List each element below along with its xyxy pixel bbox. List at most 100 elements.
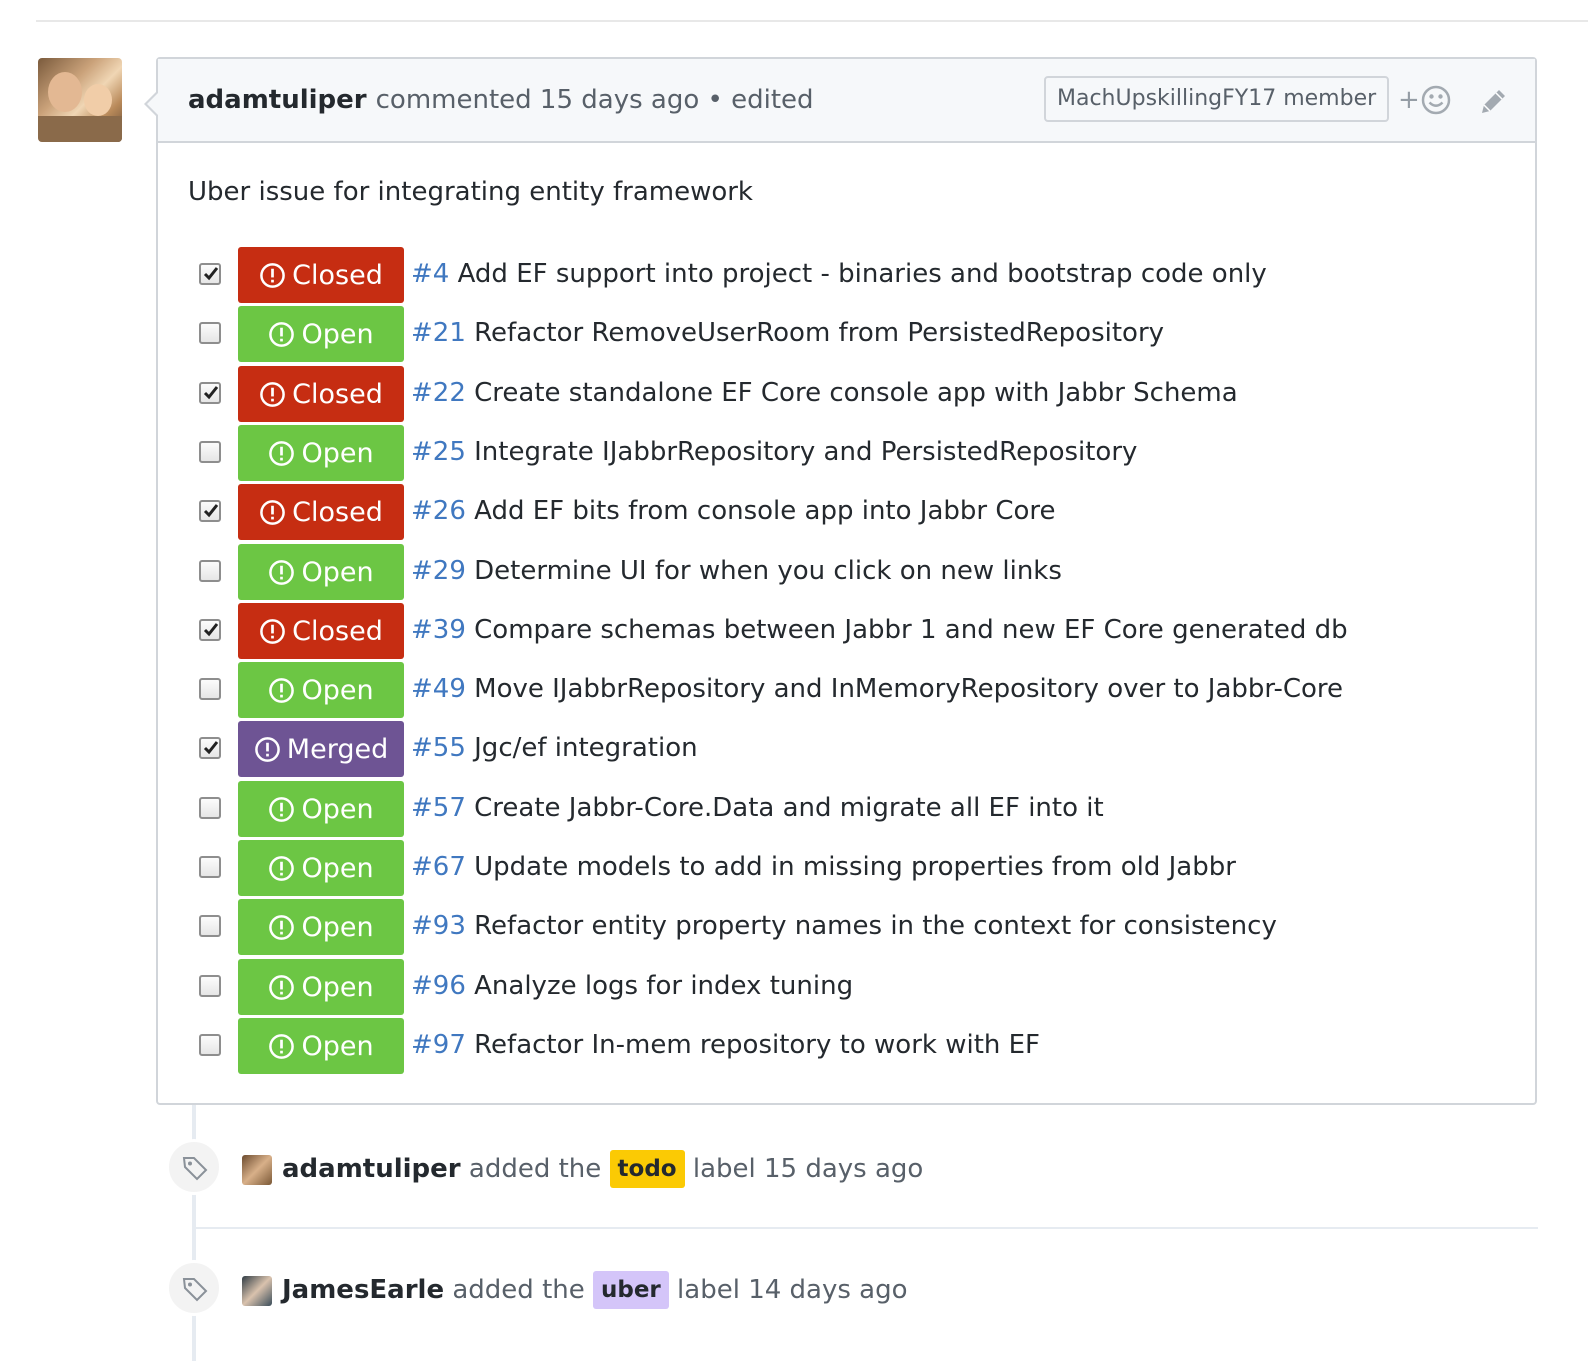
state-label: Closed <box>292 496 383 528</box>
issue-state-badge: Open <box>238 306 404 362</box>
timeline-event-label-todo: adamtuliper added the todo label 15 days… <box>166 1139 1538 1195</box>
issue-link[interactable]: #93 <box>411 911 466 941</box>
event-text: JamesEarle added the uber label 14 days … <box>282 1271 908 1309</box>
issue-title: Refactor RemoveUserRoom from PersistedRe… <box>474 318 1165 348</box>
issue-title: Analyze logs for index tuning <box>474 971 854 1001</box>
issue-title: Add EF bits from console app into Jabbr … <box>474 496 1056 526</box>
add-reaction-button[interactable]: + <box>1398 83 1458 119</box>
issue-link[interactable]: #55 <box>411 733 466 763</box>
event-action: added the <box>452 1275 585 1305</box>
issue-icon <box>260 618 285 644</box>
task-checkbox[interactable] <box>199 797 221 819</box>
issue-link[interactable]: #57 <box>411 793 466 823</box>
event-time: label 15 days ago <box>692 1154 924 1184</box>
task-text: #93 Refactor entity property names in th… <box>411 911 1277 941</box>
issue-title: Create standalone EF Core console app wi… <box>474 378 1238 408</box>
member-role-badge: MachUpskillingFY17 member <box>1044 76 1390 122</box>
task-item: Closed #4 Add EF support into project - b… <box>158 247 1535 303</box>
issue-icon <box>269 855 295 881</box>
task-item: Open #29 Determine UI for when you click … <box>158 544 1535 600</box>
issue-state-badge: Open <box>238 781 404 837</box>
checkmark-icon <box>203 386 219 400</box>
issue-title: Jgc/ef integration <box>474 733 698 763</box>
task-checkbox[interactable] <box>199 1034 221 1056</box>
checkmark-icon <box>203 623 219 637</box>
state-label: Open <box>301 674 374 706</box>
task-text: #39 Compare schemas between Jabbr 1 and … <box>411 615 1348 645</box>
issue-title: Compare schemas between Jabbr 1 and new … <box>474 615 1348 645</box>
author-avatar[interactable] <box>38 58 122 142</box>
issue-title: Add EF support into project - binaries a… <box>457 259 1267 289</box>
issue-link[interactable]: #49 <box>411 674 466 704</box>
event-time: label 14 days ago <box>677 1275 908 1305</box>
issue-link[interactable]: #4 <box>411 259 449 289</box>
task-checkbox[interactable] <box>199 619 221 641</box>
task-item: Open #93 Refactor entity property names i… <box>158 899 1535 955</box>
label-uber[interactable]: uber <box>593 1271 669 1309</box>
task-text: #29 Determine UI for when you click on n… <box>411 556 1062 586</box>
event-action: added the <box>468 1154 602 1184</box>
event-author-link[interactable]: JamesEarle <box>282 1275 444 1305</box>
issue-link[interactable]: #67 <box>411 852 466 882</box>
issue-title: Create Jabbr-Core.Data and migrate all E… <box>474 793 1104 823</box>
smiley-icon <box>1421 85 1451 115</box>
issue-comment: adamtuliper commented 15 days ago • edit… <box>144 57 1537 1105</box>
issue-title: Determine UI for when you click on new l… <box>474 556 1062 586</box>
task-checkbox[interactable] <box>199 322 221 344</box>
state-label: Open <box>301 437 374 469</box>
task-checkbox[interactable] <box>199 382 221 404</box>
issue-icon <box>269 796 295 822</box>
issue-icon <box>269 559 295 585</box>
comment-author-link[interactable]: adamtuliper <box>188 85 367 115</box>
issue-link[interactable]: #97 <box>411 1030 466 1060</box>
state-label: Open <box>301 318 374 350</box>
comment-header: adamtuliper commented 15 days ago • edit… <box>158 59 1535 143</box>
edit-comment-button[interactable] <box>1478 85 1510 119</box>
state-label: Closed <box>292 615 383 647</box>
issue-state-badge: Open <box>238 425 404 481</box>
issue-title: Integrate IJabbrRepository and Persisted… <box>474 437 1138 467</box>
task-checkbox[interactable] <box>199 560 221 582</box>
issue-icon <box>269 440 295 466</box>
task-item: Open #97 Refactor In-mem repository to wo… <box>158 1018 1535 1074</box>
pencil-icon <box>1482 90 1505 113</box>
issue-link[interactable]: #22 <box>411 378 466 408</box>
event-divider <box>196 1227 1538 1229</box>
state-label: Open <box>301 971 374 1003</box>
task-checkbox[interactable] <box>199 441 221 463</box>
issue-state-badge: Open <box>238 840 404 896</box>
task-checkbox[interactable] <box>199 737 221 759</box>
task-item: Open #25 Integrate IJabbrRepository and P… <box>158 425 1535 481</box>
state-label: Closed <box>292 378 383 410</box>
avatar[interactable] <box>242 1276 272 1306</box>
state-label: Open <box>301 852 374 884</box>
issue-link[interactable]: #39 <box>411 615 466 645</box>
task-item: Closed #39 Compare schemas between Jabbr … <box>158 603 1535 659</box>
issue-link[interactable]: #26 <box>411 496 466 526</box>
issue-title: Move IJabbrRepository and InMemoryReposi… <box>474 674 1343 704</box>
task-checkbox[interactable] <box>199 263 221 285</box>
tag-icon <box>182 1278 208 1302</box>
task-checkbox[interactable] <box>199 856 221 878</box>
task-checkbox[interactable] <box>199 915 221 937</box>
state-label: Open <box>301 556 374 588</box>
task-text: #26 Add EF bits from console app into Ja… <box>411 496 1056 526</box>
issue-link[interactable]: #96 <box>411 971 466 1001</box>
event-author-link[interactable]: adamtuliper <box>282 1154 461 1184</box>
task-item: Open #96 Analyze logs for index tuning <box>158 959 1535 1015</box>
issue-title: Refactor In-mem repository to work with … <box>474 1030 1041 1060</box>
checkmark-icon <box>203 504 219 518</box>
task-checkbox[interactable] <box>199 678 221 700</box>
issue-title: Update models to add in missing properti… <box>474 852 1236 882</box>
label-todo[interactable]: todo <box>609 1150 685 1188</box>
issue-state-badge: Closed <box>238 366 404 422</box>
state-label: Closed <box>292 259 383 291</box>
task-checkbox[interactable] <box>199 500 221 522</box>
task-checkbox[interactable] <box>199 975 221 997</box>
issue-link[interactable]: #25 <box>411 437 466 467</box>
tag-icon <box>182 1157 208 1181</box>
issue-link[interactable]: #29 <box>411 556 466 586</box>
avatar[interactable] <box>242 1155 272 1185</box>
issue-link[interactable]: #21 <box>411 318 466 348</box>
issue-icon <box>269 321 295 347</box>
